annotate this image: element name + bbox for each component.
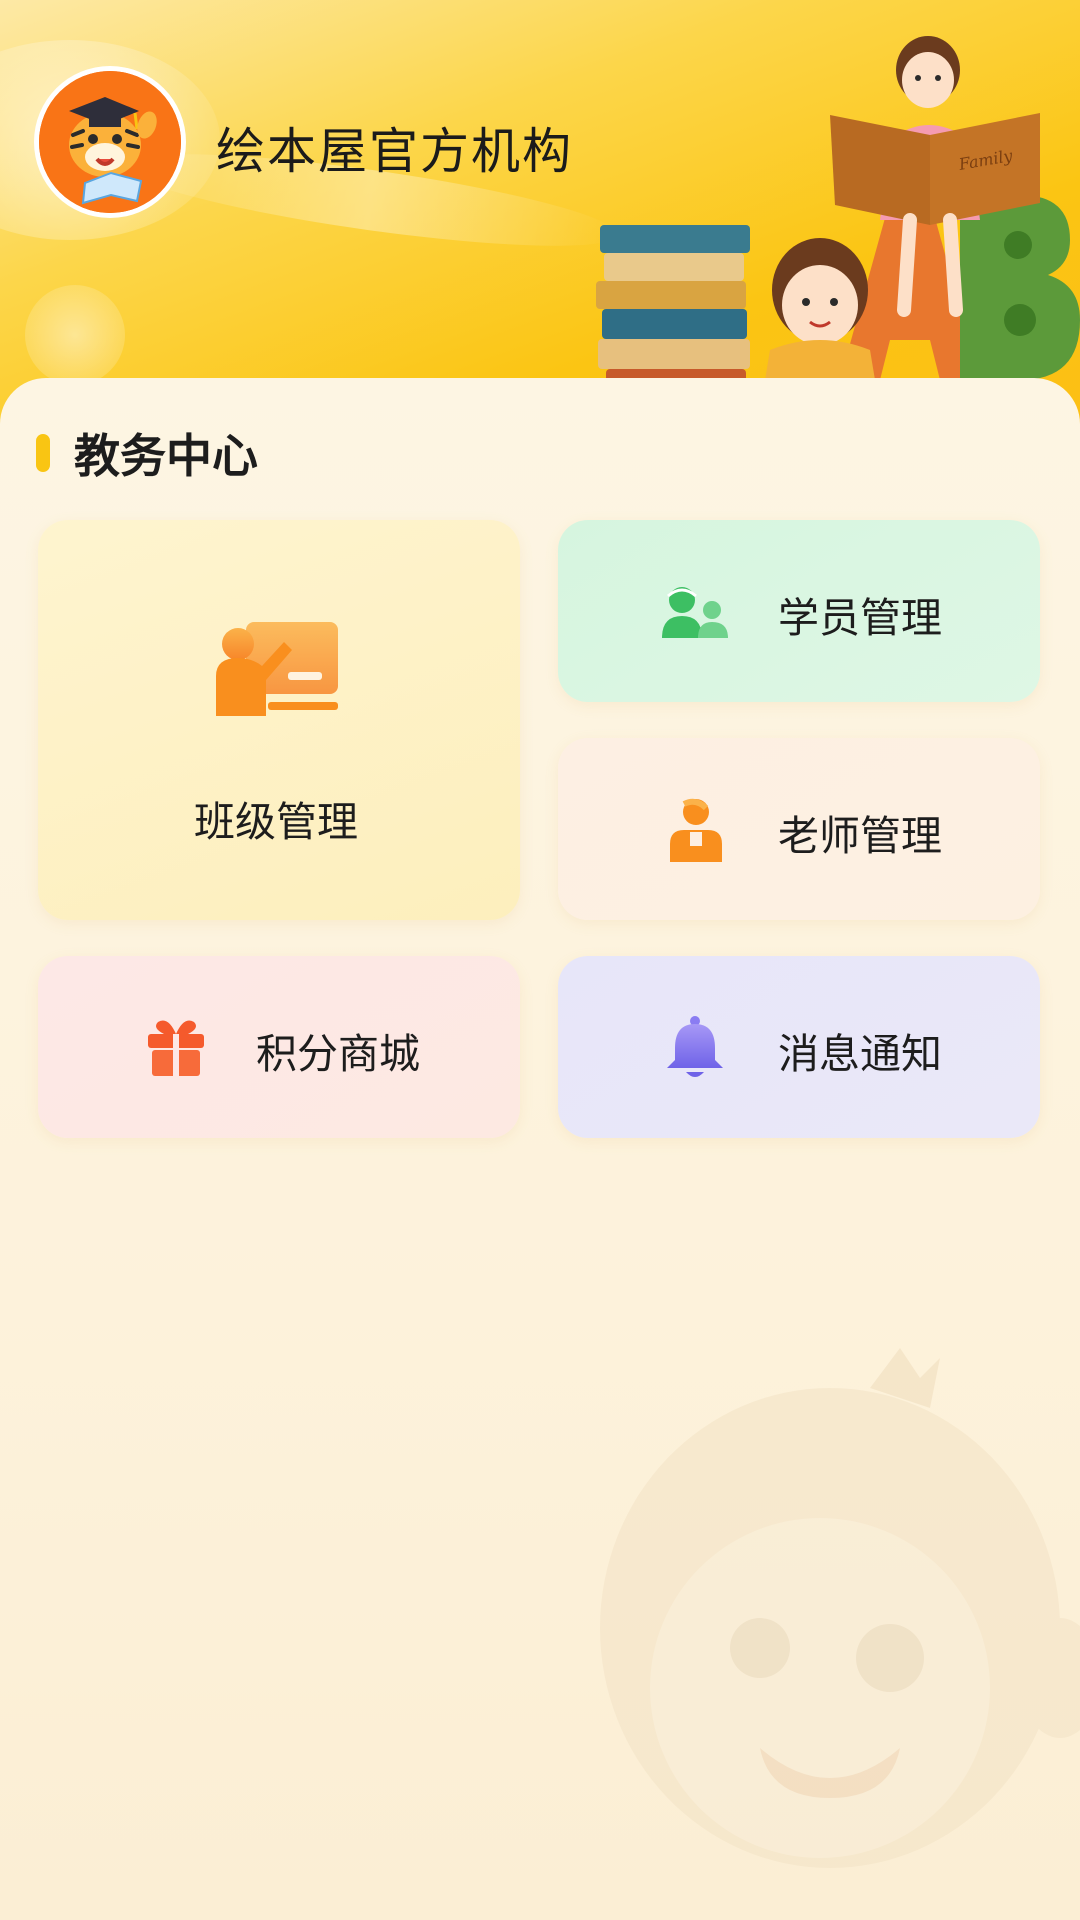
tiger-reading-logo-icon	[39, 71, 181, 213]
teacher-management-card[interactable]: 老师管理	[558, 738, 1040, 920]
kids-reading-illustration: Family	[596, 36, 1080, 410]
points-mall-card[interactable]: 积分商城	[38, 956, 520, 1138]
header-bubble	[25, 285, 125, 385]
teacher-person-icon	[670, 798, 722, 862]
bell-icon	[667, 1016, 723, 1077]
main-panel: 教务中心 班级管理 学员管理 老师管理 积分商城 消息通知	[0, 378, 1080, 1920]
classroom-teacher-icon	[216, 622, 338, 716]
header-banner: 绘本屋官方机构 Family	[0, 0, 1080, 430]
students-group-icon	[662, 587, 728, 638]
org-logo[interactable]	[34, 66, 186, 218]
class-management-card[interactable]: 班级管理	[38, 520, 520, 920]
section-accent-bar	[36, 434, 50, 472]
points-mall-label: 积分商城	[256, 1030, 420, 1078]
class-management-label: 班级管理	[194, 798, 358, 846]
notifications-label: 消息通知	[778, 1030, 942, 1078]
org-name: 绘本屋官方机构	[216, 123, 574, 180]
monkey-watermark	[600, 1348, 1080, 1868]
student-management-label: 学员管理	[778, 594, 942, 642]
section-title: 教务中心	[74, 429, 258, 483]
section-header: 教务中心	[36, 423, 258, 483]
teacher-management-label: 老师管理	[778, 812, 942, 860]
notifications-card[interactable]: 消息通知	[558, 956, 1040, 1138]
student-management-card[interactable]: 学员管理	[558, 520, 1040, 702]
gift-icon	[148, 1020, 204, 1076]
